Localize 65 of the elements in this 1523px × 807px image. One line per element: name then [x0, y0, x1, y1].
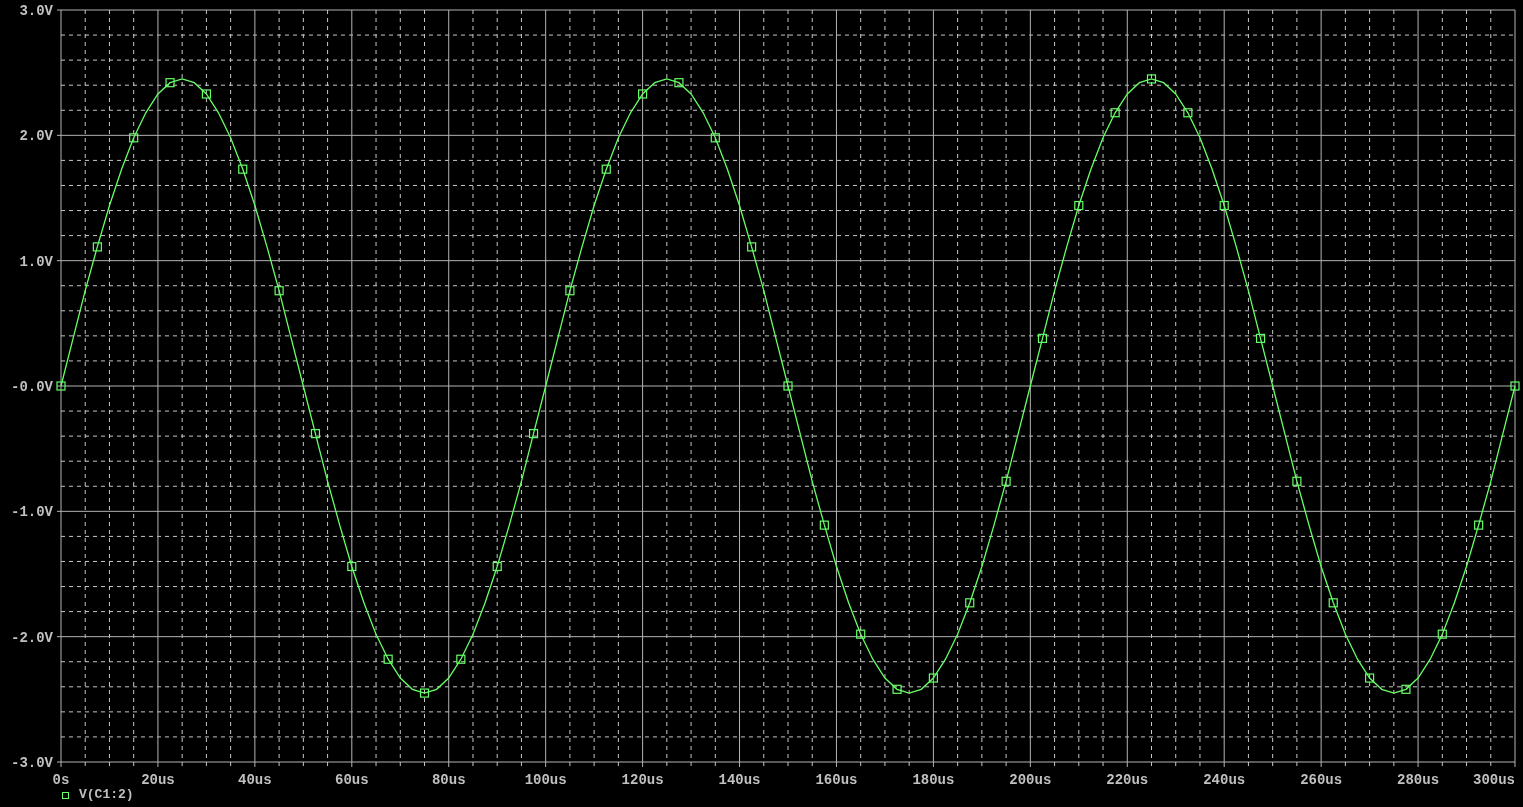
x-axis-label: 160us: [815, 772, 858, 785]
point: [238, 164, 248, 174]
x-axis-label: 260us: [1300, 772, 1343, 785]
point: [528, 429, 539, 439]
point: [1183, 108, 1193, 118]
point: [674, 78, 684, 88]
point: [201, 89, 211, 99]
point: [1219, 200, 1229, 211]
x-axis-label: 120us: [621, 772, 664, 785]
y-axis-label: 3.0V: [19, 3, 53, 19]
point: [1255, 333, 1266, 343]
point: [56, 381, 66, 391]
x-axis-label: 280us: [1397, 772, 1440, 785]
point: [928, 673, 938, 683]
point: [965, 598, 975, 608]
x-axis-label: 200us: [1009, 772, 1052, 785]
point: [601, 164, 611, 174]
point: [492, 561, 502, 572]
point: [310, 429, 321, 439]
x-axis-label: 40us: [238, 772, 272, 785]
x-axis-label: 0s: [52, 772, 70, 785]
point: [1365, 673, 1375, 683]
point: [1037, 333, 1048, 343]
point: [1001, 476, 1011, 486]
point: [419, 688, 430, 698]
point: [129, 133, 139, 143]
point: [638, 89, 648, 99]
y-axis-label: 1.0V: [19, 253, 53, 270]
point: [274, 286, 284, 296]
y-axis-label: 2.0V: [19, 128, 53, 145]
point: [856, 629, 866, 639]
point: [456, 654, 466, 664]
point: [783, 381, 793, 391]
point: [1146, 74, 1157, 84]
y-axis-label: -3.0V: [11, 755, 53, 771]
x-axis-label: 180us: [912, 772, 955, 785]
point: [1510, 381, 1520, 391]
x-axis-label: 140us: [718, 772, 761, 785]
point: [165, 78, 175, 88]
x-axis-label: 20us: [141, 772, 175, 785]
point: [565, 286, 575, 296]
point: [1110, 108, 1120, 118]
point: [819, 520, 829, 530]
y-axis-label: -0.0V: [11, 379, 53, 395]
point: [1074, 200, 1084, 211]
x-axis-label: 220us: [1106, 772, 1149, 785]
legend-label: V(C1:2): [79, 786, 134, 805]
point: [1474, 520, 1484, 530]
x-axis-label: 240us: [1203, 772, 1246, 785]
point: [747, 242, 757, 252]
x-axis-label: 80us: [431, 772, 466, 785]
point: [92, 242, 102, 252]
x-axis-label: 100us: [524, 772, 567, 785]
y-axis-label: -1.0V: [11, 504, 53, 521]
x-axis-label: 60us: [335, 772, 369, 785]
point: [1292, 476, 1302, 486]
point: [892, 684, 902, 694]
y-axis-label: -2.0V: [11, 629, 53, 646]
x-axis-label: 300us: [1473, 772, 1515, 785]
point: [347, 561, 357, 572]
point: [710, 133, 720, 143]
point: [1401, 684, 1411, 694]
point: [1328, 598, 1338, 608]
point: [1437, 629, 1447, 639]
point: [383, 654, 393, 664]
